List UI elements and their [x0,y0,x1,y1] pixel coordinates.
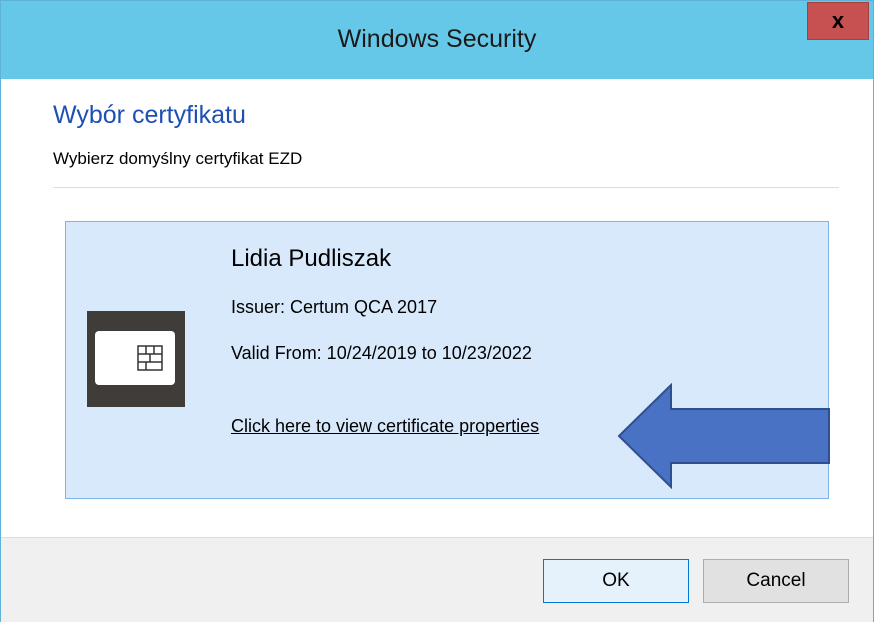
dialog-heading: Wybór certyfikatu [53,101,246,129]
separator [53,187,839,188]
view-certificate-properties-link[interactable]: Click here to view certificate propertie… [231,413,561,439]
close-icon: x [831,8,845,33]
title-bar[interactable]: Windows Security x [1,1,873,79]
certificate-issuer: Issuer: Certum QCA 2017 [231,297,438,317]
window-title: Windows Security [337,25,537,53]
cancel-button[interactable]: Cancel [703,559,849,603]
certificate-name: Lidia Pudliszak [231,245,392,272]
windows-security-dialog: Windows Security x Wybór certyfikatu Wyb… [0,0,874,622]
chip-icon [137,345,163,371]
card-shape [95,331,175,385]
smart-card-icon [87,311,185,407]
ok-button[interactable]: OK [543,559,689,603]
certificate-validity: Valid From: 10/24/2019 to 10/23/2022 [231,343,532,363]
left-arrow-icon [617,383,830,489]
dialog-subheading: Wybierz domyślny certyfikat EZD [53,149,303,168]
close-button[interactable]: x [807,2,869,40]
